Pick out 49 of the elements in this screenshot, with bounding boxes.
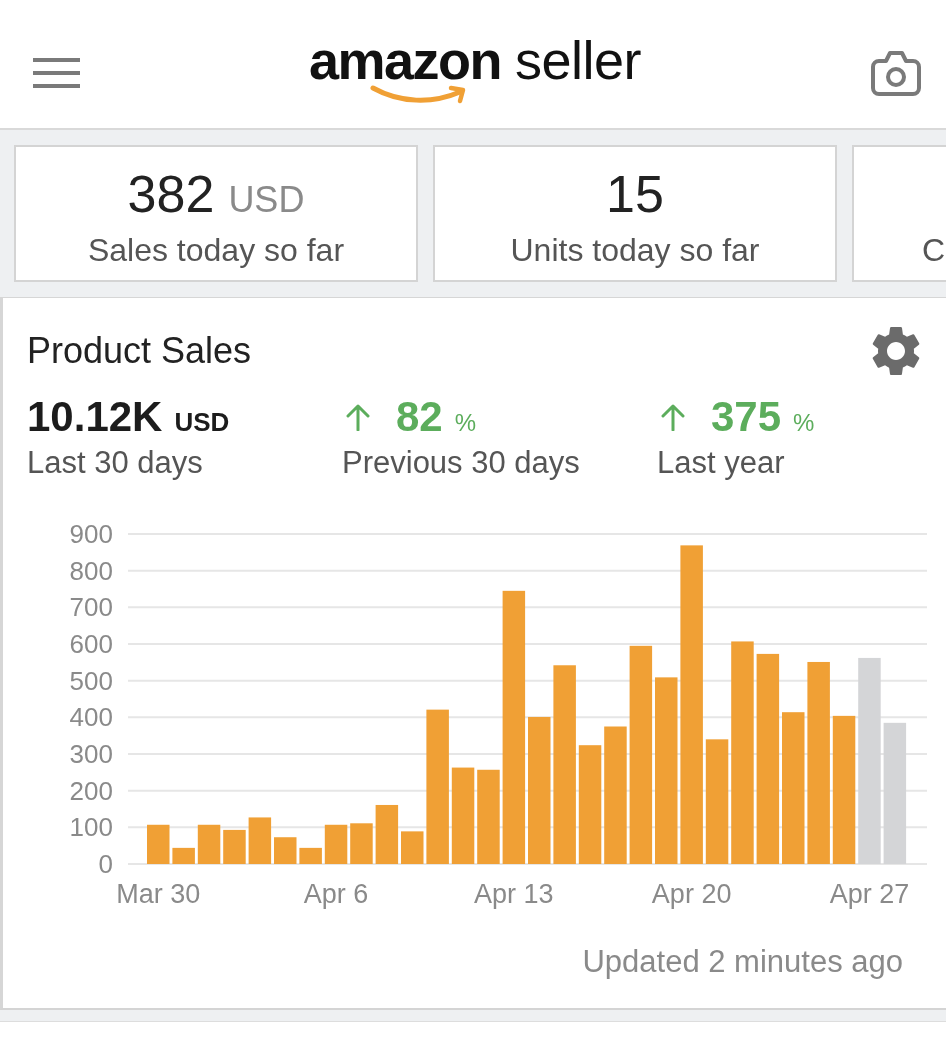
y-axis-label: 200 <box>69 775 113 806</box>
unit-label: % <box>454 408 477 438</box>
panel-title: Product Sales <box>27 329 252 373</box>
brand-wordmark: amazon <box>308 36 501 83</box>
summary-value: 15 <box>606 166 664 222</box>
unit-label: USD <box>228 180 305 220</box>
x-axis-label: Apr 20 <box>651 879 732 909</box>
camera-button[interactable] <box>870 50 922 96</box>
chart-bar <box>350 823 373 864</box>
metric-value: 82 <box>396 393 443 441</box>
x-axis-label: Apr 13 <box>474 879 554 909</box>
chart-bar <box>375 804 399 864</box>
x-axis-label: Apr 6 <box>303 879 369 909</box>
summary-value: 382 <box>127 166 215 222</box>
metric-value: 10.12K <box>27 393 163 441</box>
chart-bar <box>274 837 297 864</box>
chart-bar <box>223 829 246 864</box>
y-axis-label: 100 <box>69 812 113 843</box>
x-axis-label: Apr 27 <box>829 879 910 909</box>
metric-value: 375 <box>711 393 782 441</box>
chart-bar <box>324 824 348 864</box>
y-axis-label: 800 <box>69 555 113 586</box>
summary-label: Units today so far <box>510 231 760 270</box>
metric-label: Last 30 days <box>27 444 203 482</box>
y-axis-label: 0 <box>98 849 113 879</box>
chart-bar <box>147 824 170 864</box>
x-axis-label: Mar 30 <box>116 879 201 909</box>
chart-bar <box>299 847 322 864</box>
metric-label: Last year <box>657 444 785 482</box>
chart-bar <box>248 817 272 864</box>
unit-label: USD <box>174 407 230 437</box>
chart-bar <box>401 831 424 864</box>
y-axis-label: 700 <box>69 592 113 623</box>
metric-label: Previous 30 days <box>342 444 580 482</box>
chart-bar <box>172 847 195 864</box>
menu-icon <box>33 58 80 88</box>
y-axis-label: 400 <box>69 702 113 733</box>
y-axis-label: 900 <box>69 519 113 549</box>
y-axis-label: 300 <box>69 739 113 769</box>
summary-label: C <box>922 231 946 270</box>
y-axis-label: 500 <box>69 665 113 696</box>
unit-label: % <box>793 408 815 438</box>
product-name: seller <box>515 36 642 83</box>
menu-button[interactable] <box>33 58 80 88</box>
summary-label: Sales today so far <box>87 231 345 270</box>
updated-text: Updated 2 minutes ago <box>582 943 903 981</box>
chart-bar <box>197 824 221 864</box>
y-axis-label: 600 <box>69 629 113 659</box>
camera-icon <box>870 50 922 96</box>
